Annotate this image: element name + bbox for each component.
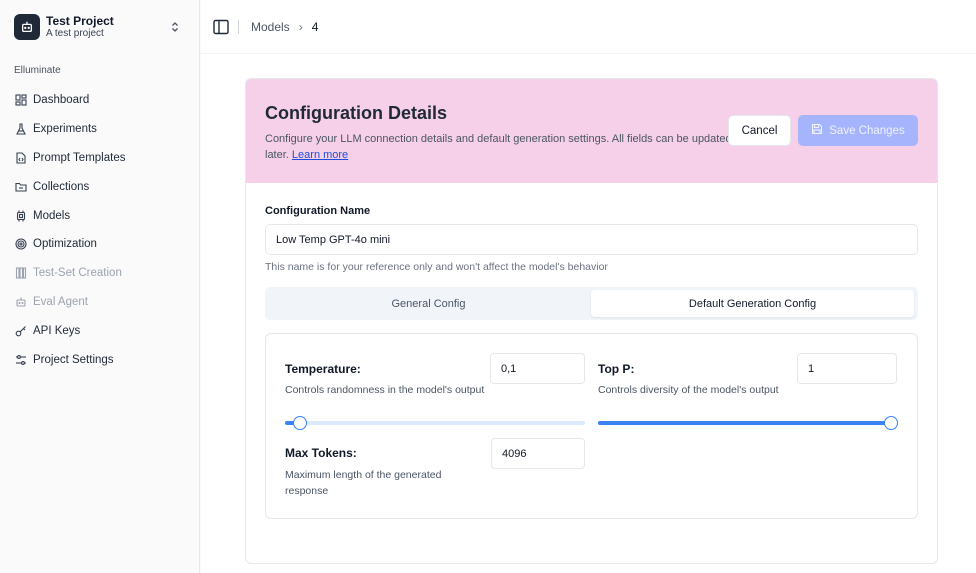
- chevron-updown-icon: [170, 20, 180, 34]
- configuration-name-help: This name is for your reference only and…: [265, 261, 608, 273]
- top-p-input[interactable]: [797, 353, 897, 384]
- sidebar-item-prompt-templates[interactable]: Prompt Templates: [14, 144, 190, 173]
- sliders-icon: [14, 353, 27, 366]
- dashboard-icon: [14, 94, 27, 107]
- breadcrumb-models-link[interactable]: Models: [251, 20, 290, 34]
- generation-settings-panel: Temperature: Controls randomness in the …: [265, 333, 918, 519]
- project-subtitle: A test project: [46, 28, 104, 39]
- sidebar: Test Project A test project Elluminate D…: [0, 0, 200, 573]
- max-tokens-description: Maximum length of the generated response: [285, 469, 442, 497]
- cancel-button[interactable]: Cancel: [728, 115, 791, 146]
- file-code-icon: [14, 151, 27, 164]
- card-description: Configure your LLM connection details an…: [265, 131, 735, 163]
- sidebar-item-label: Models: [33, 209, 71, 222]
- learn-more-link[interactable]: Learn more: [292, 149, 348, 161]
- sidebar-item-optimization[interactable]: Optimization: [14, 230, 190, 259]
- sidebar-item-experiments[interactable]: Experiments: [14, 115, 190, 144]
- sidebar-item-label: Experiments: [33, 123, 97, 136]
- sidebar-item-models[interactable]: Models: [14, 201, 190, 230]
- sidebar-item-eval-agent[interactable]: Eval Agent: [14, 288, 190, 317]
- sidebar-item-label: Eval Agent: [33, 295, 88, 308]
- top-p-label: Top P:: [598, 362, 635, 376]
- target-icon: [14, 238, 27, 251]
- tab-default-generation-config[interactable]: Default Generation Config: [591, 290, 914, 317]
- configuration-card: Configuration Details Configure your LLM…: [245, 78, 938, 564]
- sidebar-nav: Dashboard Experiments Prompt Templates C…: [14, 86, 190, 374]
- top-bar: Models › 4: [201, 0, 976, 54]
- card-title: Configuration Details: [265, 103, 448, 123]
- save-icon: [811, 123, 823, 138]
- max-tokens-input[interactable]: [491, 438, 585, 469]
- columns-icon: [14, 267, 27, 280]
- sidebar-item-label: Dashboard: [33, 94, 90, 107]
- config-tabs: General Config Default Generation Config: [265, 287, 918, 320]
- slider-thumb[interactable]: [884, 416, 898, 430]
- sidebar-item-api-keys[interactable]: API Keys: [14, 316, 190, 345]
- configuration-name-label: Configuration Name: [265, 205, 371, 217]
- divider: [238, 20, 239, 34]
- breadcrumb-current: 4: [311, 20, 319, 34]
- sidebar-section-label: Elluminate: [14, 65, 61, 76]
- temperature-label: Temperature:: [285, 362, 361, 376]
- slider-track: [285, 421, 585, 425]
- project-switcher[interactable]: Test Project A test project: [14, 13, 186, 41]
- project-name: Test Project: [46, 14, 114, 28]
- card-header: Configuration Details Configure your LLM…: [246, 79, 937, 183]
- main-content: Configuration Details Configure your LLM…: [201, 54, 976, 573]
- chevron-right-icon: ›: [298, 20, 303, 34]
- temperature-input[interactable]: [490, 353, 585, 384]
- save-changes-label: Save Changes: [829, 124, 905, 137]
- sidebar-item-project-settings[interactable]: Project Settings: [14, 345, 190, 374]
- slider-thumb[interactable]: [293, 416, 307, 430]
- tab-general-config[interactable]: General Config: [268, 290, 589, 317]
- bot-icon: [14, 295, 27, 308]
- breadcrumb: Models › 4: [251, 20, 318, 34]
- sidebar-toggle-icon[interactable]: [212, 18, 230, 36]
- sidebar-item-label: Test-Set Creation: [33, 267, 122, 280]
- project-logo-icon: [14, 14, 40, 40]
- folder-icon: [14, 180, 27, 193]
- sidebar-item-label: Optimization: [33, 238, 97, 251]
- temperature-description: Controls randomness in the model's outpu…: [285, 384, 485, 396]
- sidebar-item-label: API Keys: [33, 324, 81, 337]
- configuration-name-input[interactable]: [265, 224, 918, 255]
- top-p-slider[interactable]: [598, 416, 898, 430]
- sidebar-item-dashboard[interactable]: Dashboard: [14, 86, 190, 115]
- sidebar-item-label: Collections: [33, 180, 90, 193]
- cpu-icon: [14, 209, 27, 222]
- sidebar-item-label: Prompt Templates: [33, 151, 126, 164]
- save-changes-button[interactable]: Save Changes: [798, 115, 918, 146]
- max-tokens-label: Max Tokens:: [285, 446, 357, 460]
- temperature-slider[interactable]: [285, 416, 585, 430]
- flask-icon: [14, 123, 27, 136]
- key-icon: [14, 324, 27, 337]
- sidebar-item-test-set-creation[interactable]: Test-Set Creation: [14, 259, 190, 288]
- slider-fill: [598, 421, 891, 425]
- sidebar-item-label: Project Settings: [33, 353, 114, 366]
- top-p-description: Controls diversity of the model's output: [598, 384, 779, 396]
- sidebar-item-collections[interactable]: Collections: [14, 172, 190, 201]
